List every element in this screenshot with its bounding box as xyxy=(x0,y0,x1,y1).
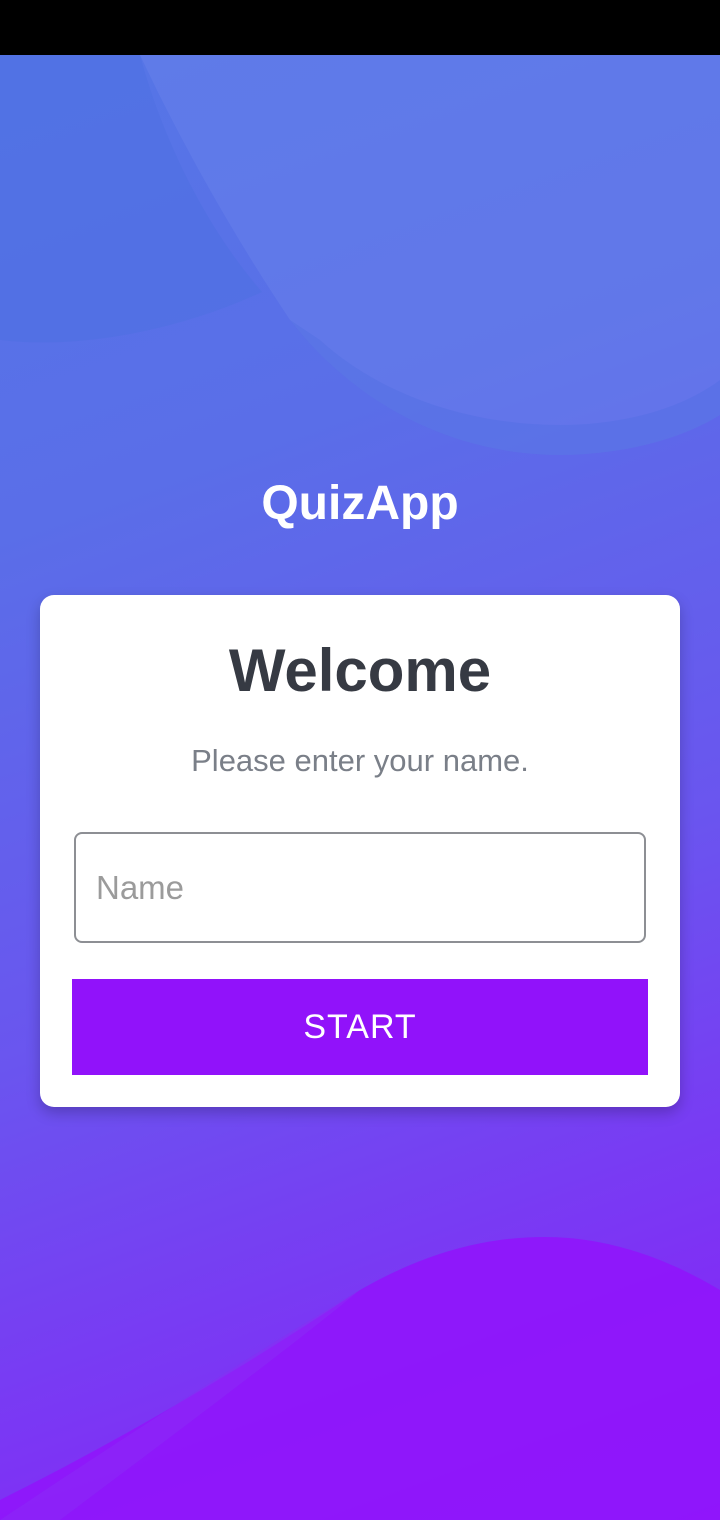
name-prompt-text: Please enter your name. xyxy=(191,743,529,778)
start-button[interactable]: START xyxy=(72,979,648,1075)
quiz-start-screen: QuizApp Welcome Please enter your name. … xyxy=(0,0,720,1520)
app-title: QuizApp xyxy=(261,477,459,530)
name-input[interactable] xyxy=(74,832,646,943)
welcome-card: Welcome Please enter your name. START xyxy=(40,595,680,1107)
welcome-heading: Welcome xyxy=(228,637,492,704)
status-bar xyxy=(0,0,720,55)
